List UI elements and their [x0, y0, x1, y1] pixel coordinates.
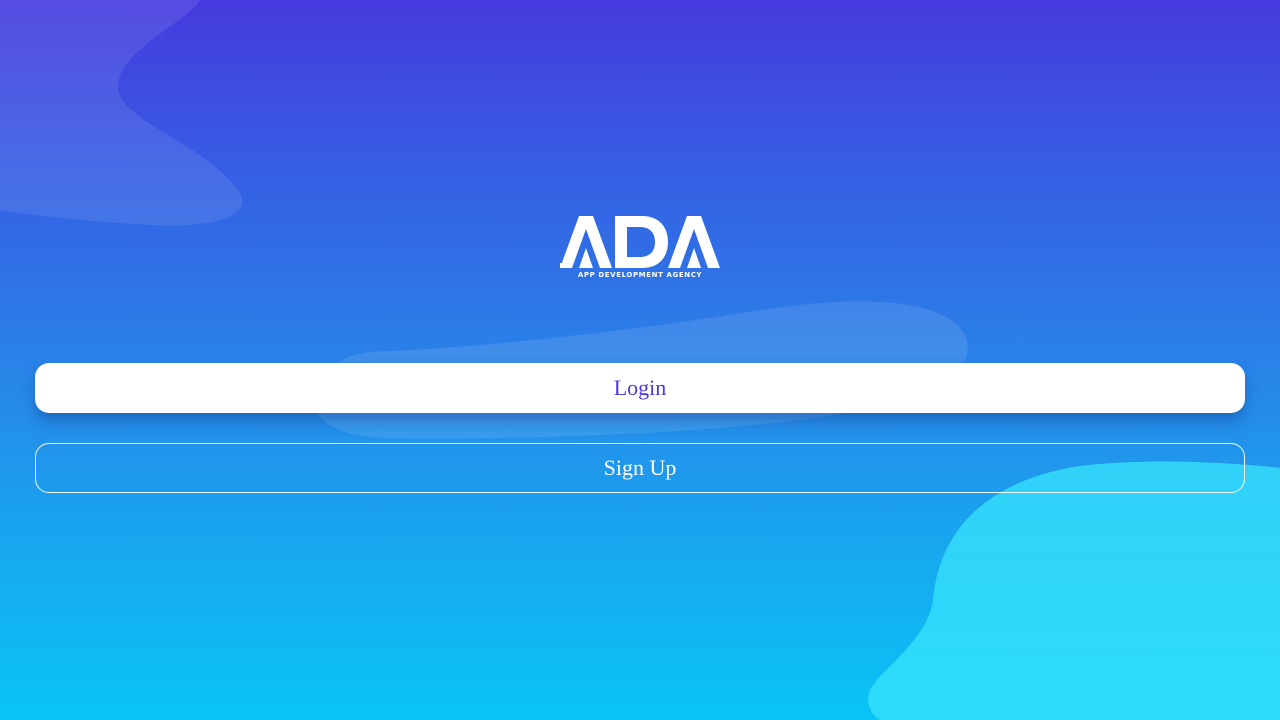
signup-button[interactable]: Sign Up: [35, 443, 1245, 493]
login-button-label: Login: [613, 375, 667, 400]
logo-tagline: APP DEVELOPMENT AGENCY: [577, 271, 703, 279]
top-left-blob: [0, 0, 243, 226]
bottom-right-blob: [868, 461, 1280, 720]
login-button[interactable]: Login: [35, 363, 1245, 413]
background-blobs: [0, 0, 1280, 720]
signup-button-label: Sign Up: [603, 455, 677, 480]
ada-logo: ADA APP DEVELOPMENT AGENCY: [560, 214, 720, 282]
